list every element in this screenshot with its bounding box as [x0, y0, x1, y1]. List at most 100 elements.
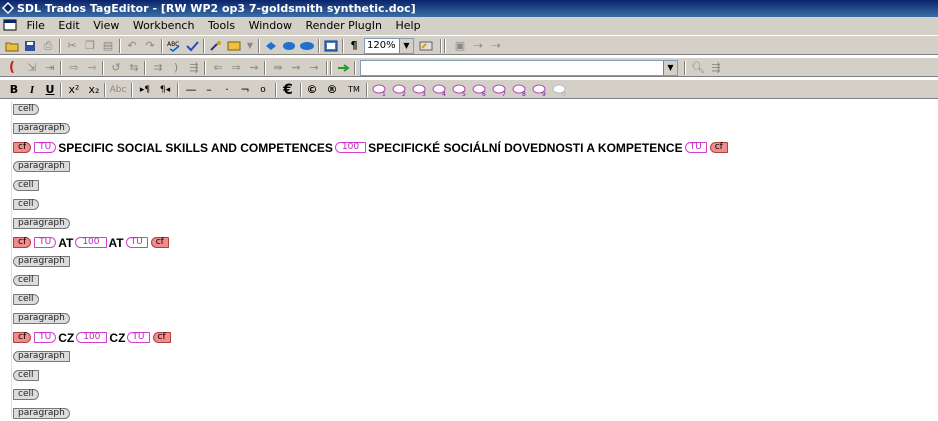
next-segment-icon[interactable]: ⇒	[228, 60, 244, 75]
copyright-button[interactable]: ©	[304, 82, 320, 97]
save-icon[interactable]	[22, 38, 38, 53]
tu-open-tag[interactable]: TU	[34, 142, 57, 153]
rtl-paragraph-icon[interactable]: ¶◂	[155, 82, 175, 97]
get-translation-icon[interactable]: ⇾	[84, 60, 100, 75]
set-close-next-icon[interactable]: ⇉	[150, 60, 166, 75]
restore-source-icon[interactable]: ↺	[108, 60, 124, 75]
cf-close-tag[interactable]: cf	[152, 332, 171, 343]
segment-row[interactable]: cf TU AT 100 AT TU cf	[13, 235, 169, 250]
menu-window[interactable]: Window	[249, 17, 292, 35]
close-segment-icon[interactable]: ⇨	[66, 60, 82, 75]
copy-icon[interactable]: ❐	[82, 38, 98, 53]
open-segment-icon[interactable]: (	[4, 60, 20, 75]
menu-file[interactable]: File	[27, 17, 45, 35]
print-icon[interactable]: ⎙	[40, 38, 56, 53]
menu-edit[interactable]: Edit	[58, 17, 79, 35]
cell-open-tag[interactable]: cell	[13, 389, 39, 400]
list-arrow-icon[interactable]: ⇶	[708, 60, 724, 75]
paste-icon[interactable]: ▤	[100, 38, 116, 53]
placeable-8-icon[interactable]: 8	[512, 82, 528, 97]
open-folder-icon[interactable]	[4, 38, 20, 53]
search-icon[interactable]: 🔍︎	[690, 60, 706, 75]
segment-row[interactable]: cf TU SPECIFIC SOCIAL SKILLS AND COMPETE…	[13, 140, 728, 155]
source-text[interactable]: SPECIFIC SOCIAL SKILLS AND COMPETENCES	[58, 141, 333, 155]
em-dash-button[interactable]: —	[181, 82, 201, 97]
find-icon[interactable]	[208, 38, 224, 53]
en-dash-button[interactable]: –	[201, 82, 217, 97]
verify-icon[interactable]	[184, 38, 200, 53]
match-percent-tag[interactable]: 100	[334, 142, 367, 153]
paragraph-marks-icon[interactable]: ¶	[346, 38, 362, 53]
placeable-3-icon[interactable]: 3	[412, 82, 428, 97]
cf-close-tag[interactable]: cf	[150, 237, 169, 248]
paragraph-open-tag[interactable]: paragraph	[13, 218, 70, 229]
segment-status-select[interactable]: ▼	[360, 60, 678, 76]
cf-close-tag[interactable]: cf	[709, 142, 728, 153]
cell-close-tag[interactable]: cell	[13, 275, 39, 286]
subscript-button[interactable]: x₂	[84, 82, 104, 97]
tu-open-tag[interactable]: TU	[34, 332, 57, 343]
cell-open-tag[interactable]: cell	[13, 104, 39, 115]
placeable-7-icon[interactable]: 7	[492, 82, 508, 97]
dropdown-arrow-icon[interactable]: ▼	[242, 38, 258, 53]
concordance-icon[interactable]: ⇆	[126, 60, 142, 75]
cell-close-tag[interactable]: cell	[13, 370, 39, 381]
tag-display-large-icon[interactable]	[299, 38, 315, 53]
last-arrow-icon[interactable]: ⇝	[288, 60, 304, 75]
menu-view[interactable]: View	[93, 17, 119, 35]
segment-row[interactable]: cf TU CZ 100 CZ TU cf	[13, 330, 171, 345]
cell-open-tag[interactable]: cell	[13, 199, 39, 210]
match-percent-tag[interactable]: 100	[75, 237, 107, 248]
chevron-down-icon[interactable]: ▼	[399, 39, 413, 53]
target-text[interactable]: AT	[109, 236, 124, 250]
placeable-6-icon[interactable]: 6	[472, 82, 488, 97]
menu-help[interactable]: Help	[395, 17, 420, 35]
zoom-select[interactable]: 120% ▼	[364, 38, 414, 54]
small-caps-button[interactable]: Abc	[107, 82, 129, 97]
tu-close-tag[interactable]: TU	[127, 332, 150, 343]
degree-button[interactable]: o	[255, 82, 271, 97]
match-percent-tag[interactable]: 100	[76, 332, 108, 343]
open-get-icon[interactable]: ⇲	[24, 60, 40, 75]
tag-settings-icon[interactable]	[226, 38, 242, 53]
bold-button[interactable]: B	[6, 82, 22, 97]
placeable-4-icon[interactable]: 4	[432, 82, 448, 97]
arrow-right-icon[interactable]: ⇢	[470, 38, 486, 53]
cell-close-tag[interactable]: cell	[13, 180, 39, 191]
tu-close-tag[interactable]: TU	[684, 142, 707, 153]
euro-button[interactable]: €	[280, 82, 296, 98]
forward-arrow-icon[interactable]: →	[306, 60, 322, 75]
next-arrow-icon[interactable]: ⇝	[246, 60, 262, 75]
cell-open-tag[interactable]: cell	[13, 294, 39, 305]
not-sign-button[interactable]: ¬	[237, 82, 253, 97]
copy-source-icon[interactable]: ▣	[452, 38, 468, 53]
source-text[interactable]: CZ	[58, 331, 74, 345]
paragraph-open-tag[interactable]: paragraph	[13, 408, 70, 419]
underline-button[interactable]: U	[42, 82, 58, 97]
target-text[interactable]: SPECIFICKÉ SOCIÁLNÍ DOVEDNOSTI A KOMPETE…	[368, 141, 682, 155]
ltr-paragraph-icon[interactable]: ▸¶	[135, 82, 155, 97]
spellcheck-icon[interactable]: ABC	[166, 38, 182, 53]
menu-tools[interactable]: Tools	[208, 17, 235, 35]
paragraph-open-tag[interactable]: paragraph	[13, 123, 70, 134]
tu-close-tag[interactable]: TU	[125, 237, 148, 248]
superscript-button[interactable]: x²	[64, 82, 84, 97]
previous-segment-icon[interactable]: ⇐	[210, 60, 226, 75]
chevron-down-icon[interactable]: ▼	[663, 61, 677, 75]
paragraph-close-tag[interactable]: paragraph	[13, 351, 70, 362]
brace-icon[interactable]: )	[168, 60, 184, 75]
green-arrow-icon[interactable]	[336, 60, 352, 75]
placeable-2-icon[interactable]: 2	[392, 82, 408, 97]
menu-workbench[interactable]: Workbench	[133, 17, 195, 35]
placeable-5-icon[interactable]: 5	[452, 82, 468, 97]
placeable-1-icon[interactable]: 1	[372, 82, 388, 97]
middle-dot-button[interactable]: ·	[219, 82, 235, 97]
redo-icon[interactable]: ↷	[142, 38, 158, 53]
set-close-icon[interactable]: ⇥	[42, 60, 58, 75]
italic-button[interactable]: I	[24, 82, 40, 97]
tag-display-medium-icon[interactable]	[281, 38, 297, 53]
source-text[interactable]: AT	[58, 236, 73, 250]
paragraph-close-tag[interactable]: paragraph	[13, 161, 70, 172]
wysiwyg-icon[interactable]	[323, 38, 339, 53]
highlighter-icon[interactable]	[418, 38, 434, 53]
